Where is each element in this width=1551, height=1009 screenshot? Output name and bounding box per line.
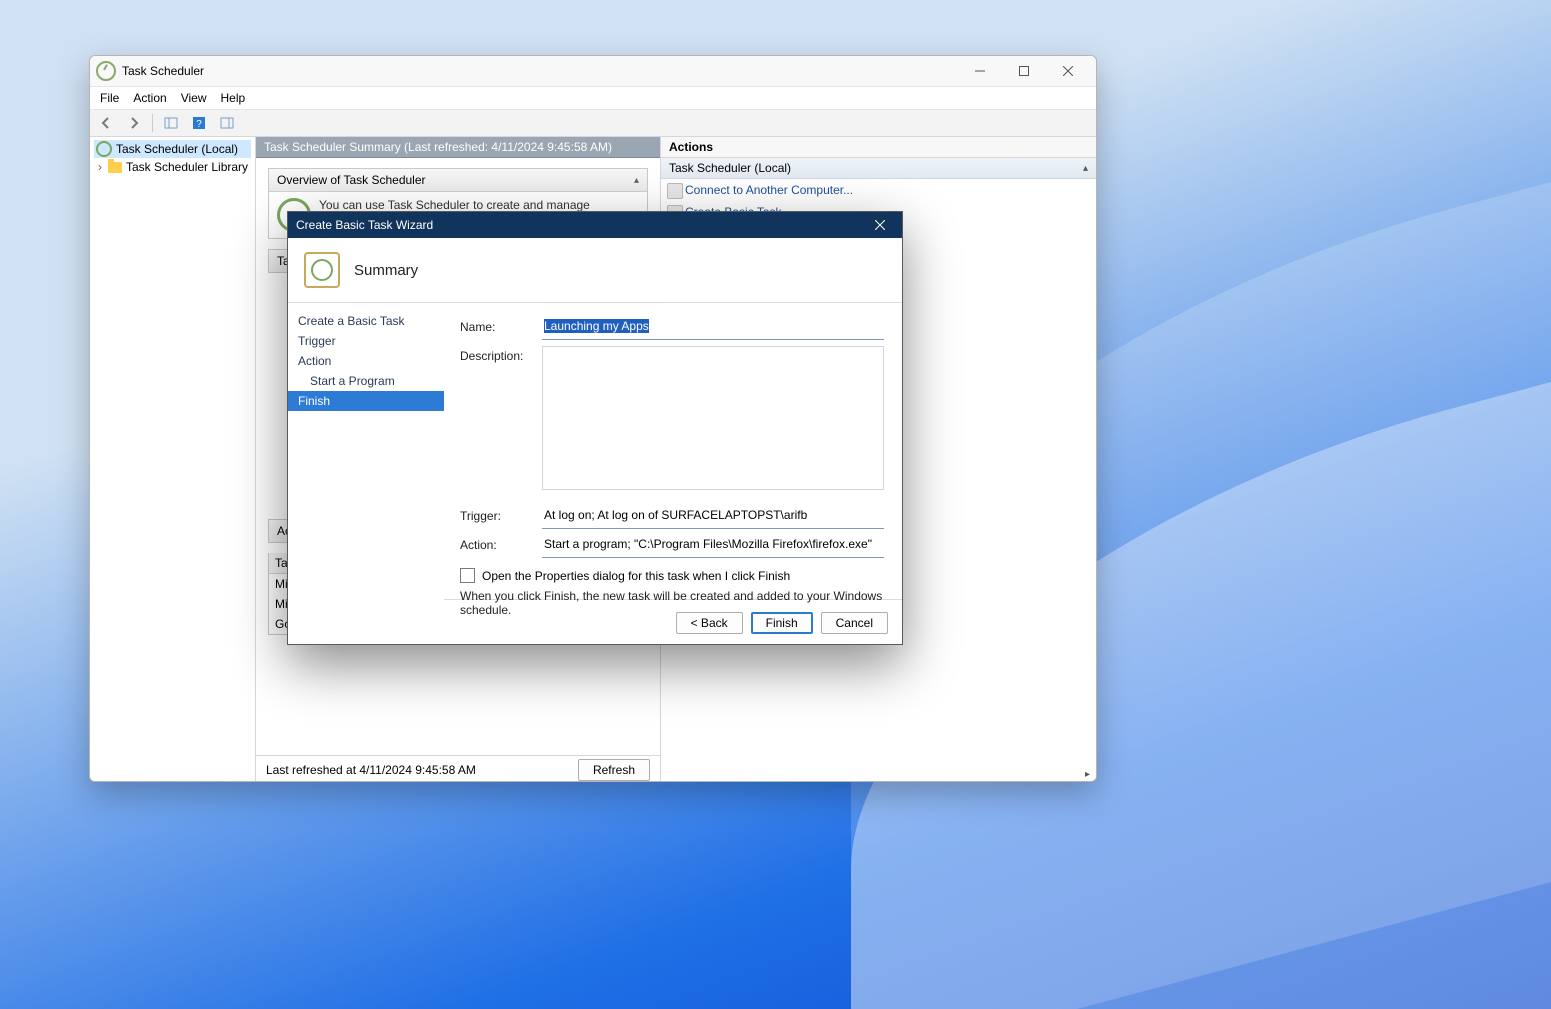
step-finish[interactable]: Finish <box>288 391 444 411</box>
wizard-header: Summary <box>288 238 902 303</box>
trigger-field: At log on; At log on of SURFACELAPTOPST\… <box>542 506 884 529</box>
center-header: Task Scheduler Summary (Last refreshed: … <box>256 137 660 158</box>
wizard-close-button[interactable] <box>866 215 894 235</box>
overview-section-title[interactable]: Overview of Task Scheduler ▴ <box>269 169 647 192</box>
last-refreshed-label: Last refreshed at 4/11/2024 9:45:58 AM <box>266 763 476 777</box>
actions-pane-subtitle[interactable]: Task Scheduler (Local) ▴ <box>661 158 1096 179</box>
chevron-up-icon[interactable]: ▴ <box>634 175 639 186</box>
open-properties-row[interactable]: Open the Properties dialog for this task… <box>460 568 884 583</box>
wizard-heading: Summary <box>354 262 418 279</box>
menubar: File Action View Help <box>90 87 1096 110</box>
overview-title-label: Overview of Task Scheduler <box>277 173 426 187</box>
label-trigger: Trigger: <box>460 506 542 523</box>
row-action: Action: Start a program; "C:\Program Fil… <box>460 535 884 558</box>
toolbar: ? <box>90 110 1096 137</box>
menu-view[interactable]: View <box>181 91 207 105</box>
chevron-right-icon[interactable]: › <box>96 160 104 174</box>
console-tree[interactable]: Task Scheduler (Local) › Task Scheduler … <box>90 137 256 782</box>
menu-action[interactable]: Action <box>133 91 166 105</box>
back-button[interactable]: < Back <box>676 612 743 634</box>
actions-subtitle-label: Task Scheduler (Local) <box>669 161 791 175</box>
step-create-basic-task[interactable]: Create a Basic Task <box>288 311 444 331</box>
step-action[interactable]: Action <box>288 351 444 371</box>
cancel-button[interactable]: Cancel <box>821 612 888 634</box>
chevron-up-icon[interactable]: ▴ <box>1083 163 1088 174</box>
minimize-button[interactable] <box>958 56 1002 86</box>
name-field[interactable]: Launching my Apps <box>542 317 884 340</box>
trigger-value: At log on; At log on of SURFACELAPTOPST\… <box>544 508 807 522</box>
refresh-button[interactable]: Refresh <box>578 759 650 781</box>
step-start-a-program[interactable]: Start a Program <box>288 371 444 391</box>
row-trigger: Trigger: At log on; At log on of SURFACE… <box>460 506 884 529</box>
tree-library-node[interactable]: › Task Scheduler Library <box>94 158 251 176</box>
tree-root-label: Task Scheduler (Local) <box>116 142 238 156</box>
nav-back-button[interactable] <box>94 111 118 135</box>
task-icon <box>304 252 340 288</box>
tree-root-node[interactable]: Task Scheduler (Local) <box>94 140 251 158</box>
open-properties-checkbox[interactable] <box>460 568 475 583</box>
tree-library-label: Task Scheduler Library <box>126 160 248 174</box>
row-description: Description: <box>460 346 884 490</box>
action-value: Start a program; "C:\Program Files\Mozil… <box>544 537 872 551</box>
wizard-steps-list: Create a Basic Task Trigger Action Start… <box>288 303 444 623</box>
titlebar[interactable]: Task Scheduler <box>90 56 1096 87</box>
label-description: Description: <box>460 346 542 490</box>
svg-text:?: ? <box>196 119 202 130</box>
window-title: Task Scheduler <box>122 64 204 78</box>
show-hide-action-pane-button[interactable] <box>215 111 239 135</box>
clock-icon <box>96 141 112 157</box>
finish-button[interactable]: Finish <box>751 612 813 634</box>
step-trigger[interactable]: Trigger <box>288 331 444 351</box>
chevron-right-icon[interactable]: ▸ <box>1085 769 1090 780</box>
center-footer: Last refreshed at 4/11/2024 9:45:58 AM R… <box>256 755 660 782</box>
help-button[interactable]: ? <box>187 111 211 135</box>
close-button[interactable] <box>1046 56 1090 86</box>
folder-icon <box>108 162 122 173</box>
action-field: Start a program; "C:\Program Files\Mozil… <box>542 535 884 558</box>
actions-pane-title: Actions <box>661 137 1096 158</box>
maximize-button[interactable] <box>1002 56 1046 86</box>
wizard-title: Create Basic Task Wizard <box>296 218 433 232</box>
name-value: Launching my Apps <box>544 319 649 333</box>
description-field[interactable] <box>542 346 884 490</box>
menu-help[interactable]: Help <box>221 91 246 105</box>
open-properties-label: Open the Properties dialog for this task… <box>482 569 790 583</box>
show-hide-console-tree-button[interactable] <box>159 111 183 135</box>
wizard-titlebar[interactable]: Create Basic Task Wizard <box>288 212 902 238</box>
wizard-form: Name: Launching my Apps Description: Tri… <box>444 303 902 623</box>
nav-forward-button[interactable] <box>122 111 146 135</box>
label-action: Action: <box>460 535 542 552</box>
menu-file[interactable]: File <box>100 91 119 105</box>
clock-icon <box>96 61 116 81</box>
label-name: Name: <box>460 317 542 334</box>
action-connect-computer[interactable]: Connect to Another Computer... <box>661 179 1096 201</box>
create-basic-task-wizard: Create Basic Task Wizard Summary Create … <box>287 211 903 645</box>
row-name: Name: Launching my Apps <box>460 317 884 340</box>
